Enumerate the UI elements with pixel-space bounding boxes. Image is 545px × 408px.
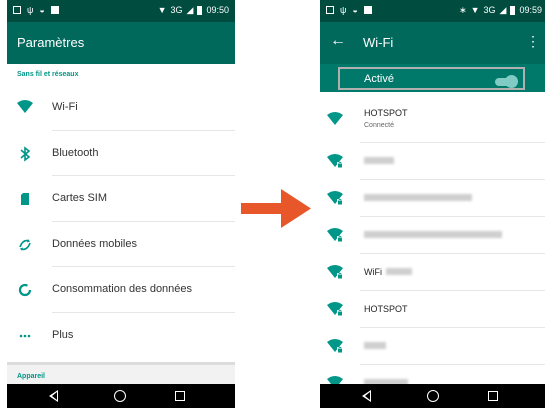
- section-header-label: Appareil: [17, 373, 46, 380]
- connection-status: Connecté: [364, 122, 394, 129]
- settings-item-label: Consommation des données: [52, 283, 193, 295]
- settings-item-data-usage[interactable]: Consommation des données: [7, 267, 235, 313]
- overflow-menu-icon[interactable]: ⋮: [526, 34, 540, 48]
- wifi-locked-icon: [327, 228, 343, 242]
- home-nav-icon[interactable]: [427, 390, 439, 402]
- app-bar: Paramètres: [7, 22, 235, 64]
- settings-item-wifi[interactable]: Wi-Fi: [7, 85, 235, 131]
- highlight-box: Activé: [338, 67, 525, 90]
- status-bar: ψ ◒ ∗ ▼ 3G ◢ 09:59: [320, 0, 545, 22]
- battery-icon: [510, 5, 516, 15]
- section-header-device: Appareil: [7, 362, 235, 384]
- usb-icon: ψ: [27, 5, 34, 15]
- bluetooth-status-icon: ∗: [459, 5, 467, 15]
- settings-item-label: Cartes SIM: [52, 192, 108, 204]
- network-name: HOTSPOT: [364, 304, 408, 314]
- wifi-status-icon: ◒: [352, 5, 358, 15]
- wifi-network-item[interactable]: [320, 217, 545, 254]
- wifi-locked-icon: [327, 302, 343, 316]
- redacted-network-name: [364, 231, 502, 238]
- wifi-network-list: HOTSPOT Connecté WiFi HOTSPOT: [320, 97, 545, 402]
- recents-nav-icon[interactable]: [488, 391, 498, 401]
- data-usage-icon: [17, 282, 33, 298]
- app-notification-icon: [50, 6, 59, 14]
- back-arrow-icon[interactable]: ←: [330, 33, 346, 49]
- more-dots-icon: [17, 328, 33, 344]
- recents-nav-icon[interactable]: [175, 391, 185, 401]
- home-nav-icon[interactable]: [114, 390, 126, 402]
- wifi-locked-icon: [327, 191, 343, 205]
- settings-item-label: Plus: [52, 328, 74, 341]
- cell-signal-icon: ◢: [186, 5, 194, 15]
- redacted-network-name: [364, 342, 386, 349]
- settings-item-bluetooth[interactable]: Bluetooth: [7, 131, 235, 176]
- page-title: Paramètres: [17, 35, 85, 50]
- wifi-network-item[interactable]: [320, 180, 545, 217]
- network-type: 3G: [170, 5, 183, 15]
- settings-item-mobile-data[interactable]: Données mobiles: [7, 222, 235, 267]
- settings-item-sim[interactable]: Cartes SIM: [7, 176, 235, 222]
- network-name: WiFi: [364, 267, 382, 277]
- settings-screen: ψ ◒ ▼ 3G ◢ 09:50 Paramètres Sans fil et …: [7, 0, 235, 408]
- clock: 09:50: [206, 5, 229, 15]
- wifi-network-item[interactable]: HOTSPOT Connecté: [320, 97, 545, 143]
- wifi-icon: [17, 100, 33, 116]
- wifi-screen: ψ ◒ ∗ ▼ 3G ◢ 09:59 ← Wi-Fi ⋮ Activé HOTS…: [320, 0, 545, 408]
- app-bar: ← Wi-Fi ⋮: [320, 22, 545, 64]
- settings-item-label: Bluetooth: [52, 146, 99, 159]
- sim-card-icon: [17, 191, 33, 207]
- wifi-network-item[interactable]: WiFi: [320, 254, 545, 291]
- redacted-network-name: [386, 268, 412, 275]
- redacted-network-name: [364, 157, 394, 164]
- settings-list: Wi-Fi Bluetooth Cartes SIM Données mobil…: [7, 85, 235, 358]
- wifi-locked-icon: [327, 154, 343, 168]
- back-nav-icon[interactable]: [362, 390, 371, 402]
- transition-arrow-icon: [241, 189, 311, 228]
- switch-knob: [505, 75, 518, 88]
- wifi-network-item[interactable]: [320, 143, 545, 180]
- wifi-icon: [327, 112, 343, 126]
- cell-signal-icon: ◢: [499, 5, 507, 15]
- page-title: Wi-Fi: [363, 35, 394, 50]
- navigation-bar: [320, 384, 545, 408]
- wifi-switch[interactable]: [495, 75, 518, 88]
- settings-item-label: Données mobiles: [52, 237, 137, 250]
- wifi-locked-icon: [327, 265, 343, 279]
- wifi-locked-icon: [327, 339, 343, 353]
- toggle-label: Activé: [364, 73, 394, 85]
- bluetooth-icon: [17, 145, 33, 162]
- wifi-network-item[interactable]: HOTSPOT: [320, 291, 545, 328]
- battery-icon: [197, 5, 203, 15]
- notification-icon: [326, 6, 334, 14]
- wifi-network-item[interactable]: [320, 328, 545, 365]
- app-notification-icon: [363, 6, 372, 14]
- settings-item-label: Wi-Fi: [52, 101, 78, 113]
- notification-icon: [13, 6, 21, 14]
- clock: 09:59: [519, 5, 542, 15]
- wifi-status-icon: ◒: [39, 5, 45, 15]
- navigation-bar: [7, 384, 235, 408]
- usb-icon: ψ: [340, 5, 347, 15]
- wifi-signal-icon: ▼: [470, 5, 480, 15]
- redacted-network-name: [364, 194, 472, 201]
- settings-item-more[interactable]: Plus: [7, 313, 235, 359]
- status-bar: ψ ◒ ▼ 3G ◢ 09:50: [7, 0, 235, 22]
- network-name: HOTSPOT: [364, 108, 408, 118]
- network-type: 3G: [483, 5, 496, 15]
- back-nav-icon[interactable]: [49, 390, 58, 402]
- wifi-toggle-bar[interactable]: Activé: [320, 64, 545, 92]
- mobile-data-icon: [17, 237, 33, 253]
- section-header: Sans fil et réseaux: [17, 71, 79, 78]
- wifi-signal-icon: ▼: [157, 5, 167, 15]
